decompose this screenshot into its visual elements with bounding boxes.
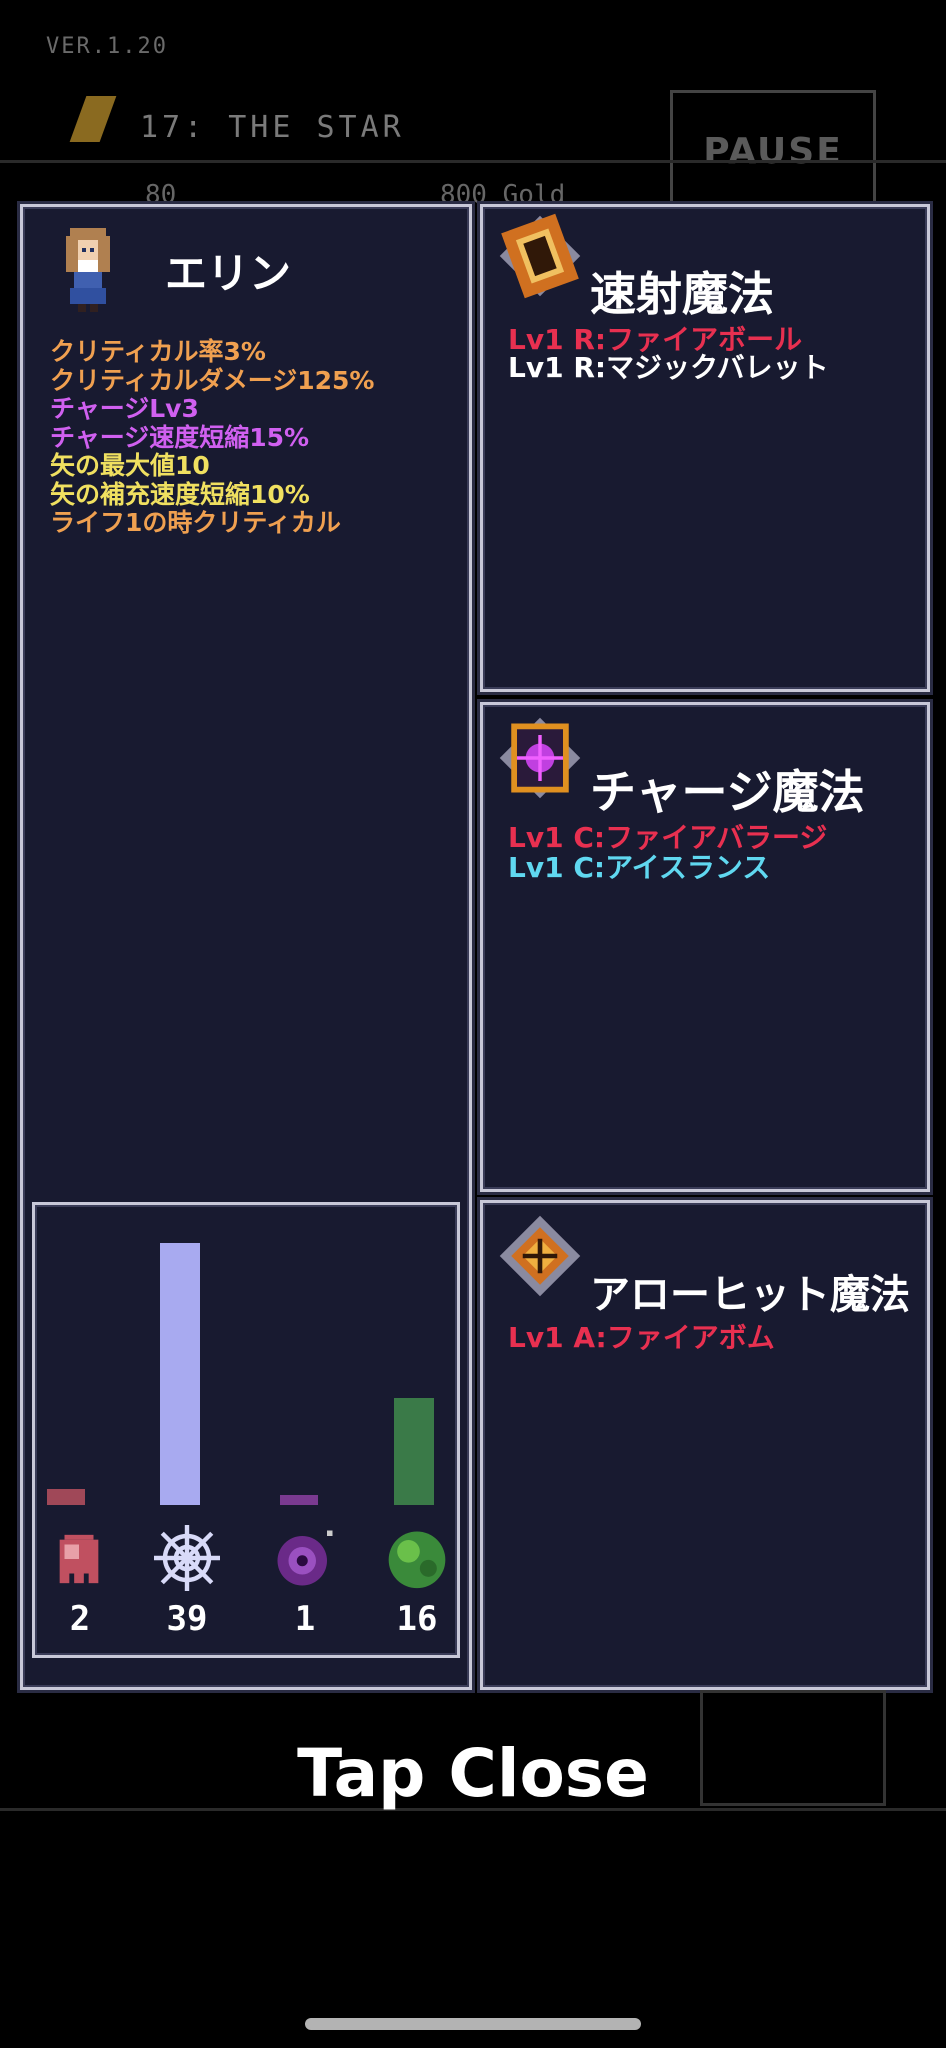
web-count: 39 <box>166 1599 208 1639</box>
ghost-count: 2 <box>69 1599 91 1639</box>
resource-chart: 2 39 1 16 <box>32 1202 460 1658</box>
pause-button[interactable]: PAUSE <box>670 90 876 206</box>
web-level-bar <box>160 1243 200 1505</box>
web-icon <box>154 1525 220 1591</box>
tap-close-button[interactable]: Tap Close <box>0 1735 946 1812</box>
stat-line: クリティカルダメージ125% <box>50 365 375 395</box>
rapid-scroll-icon <box>499 213 581 299</box>
arrowhit-magic-line: Lv1 A:ファイアボム <box>508 1321 775 1354</box>
stat-line: クリティカル率3% <box>50 337 266 366</box>
stat-line: ライフ1の時クリティカル <box>50 508 341 537</box>
hud-divider <box>0 160 946 163</box>
slime-level-bar <box>394 1398 434 1505</box>
stat-line: チャージLv3 <box>50 394 199 423</box>
rapid-magic-line: Lv1 R:マジックバレット <box>508 351 829 384</box>
stage-title: 17: THE STAR <box>140 110 405 145</box>
character-portrait-icon <box>66 228 110 312</box>
home-indicator[interactable] <box>305 2018 641 2030</box>
character-name: エリン <box>165 249 292 298</box>
dark-orb-level-bar <box>280 1495 318 1505</box>
version-label: VER.1.20 <box>46 34 168 59</box>
charge-rune-icon <box>499 717 581 799</box>
ghost-icon <box>59 1534 99 1584</box>
ghost-level-bar <box>47 1489 85 1505</box>
arrowhit-rune-icon <box>499 1215 581 1297</box>
stage-card-icon <box>69 96 117 142</box>
charge-magic-title: チャージ魔法 <box>590 765 865 819</box>
stat-line: チャージ速度短縮15% <box>50 422 310 452</box>
dark-orb-count: 1 <box>294 1599 316 1639</box>
pause-label: PAUSE <box>703 131 843 172</box>
charge-magic-line: Lv1 C:アイスランス <box>508 851 771 884</box>
dark-orb-icon <box>277 1530 333 1586</box>
rapid-magic-title: 速射魔法 <box>590 267 774 321</box>
stat-line: 矢の最大値10 <box>50 451 210 480</box>
slime-count: 16 <box>396 1599 438 1639</box>
arrowhit-magic-title: アローヒット魔法 <box>590 1272 910 1318</box>
stat-line: 矢の補充速度短縮10% <box>50 479 310 509</box>
character-stats: クリティカル率3% クリティカルダメージ125% チャージLv3 チャージ速度短… <box>50 337 375 538</box>
slime-icon <box>388 1531 446 1589</box>
